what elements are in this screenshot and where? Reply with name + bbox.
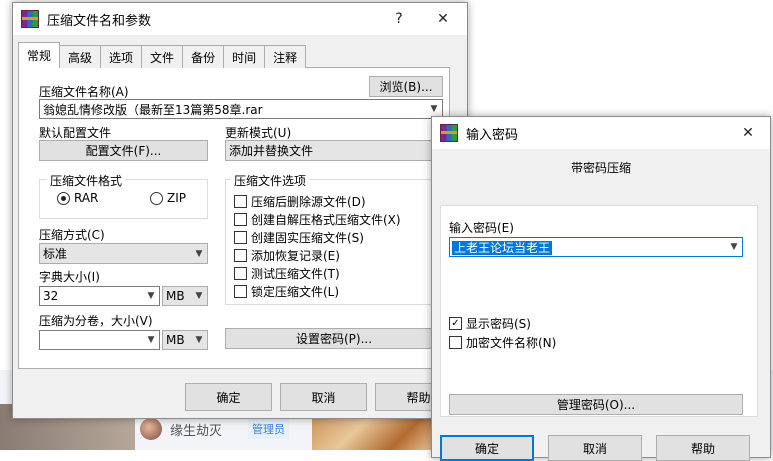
background-user-row: 缘生劫灭 管理员 (140, 418, 290, 440)
titlebar[interactable]: 压缩文件名和参数 ? ✕ (13, 3, 467, 35)
ok-button[interactable]: 确定 (185, 383, 272, 411)
update-mode-value: 添加并替换文件 (229, 144, 314, 158)
encrypt-filenames-checkbox[interactable]: 加密文件名称(N) (449, 334, 556, 351)
set-password-button[interactable]: 设置密码(P)... (225, 328, 443, 349)
checkbox-icon (234, 267, 247, 280)
method-label: 压缩方式(C) (39, 228, 105, 242)
split-unit-combo[interactable]: MB ▼ (162, 330, 208, 350)
archive-name-combo[interactable]: 翁媳乱情修改版（最新至13篇第58章.rar ▼ (39, 99, 443, 119)
dict-unit-combo[interactable]: MB ▼ (162, 286, 208, 306)
format-rar-label: RAR (74, 191, 99, 205)
option-label: 添加恢复记录(E) (251, 249, 340, 263)
password-input-value: 上老王论坛当老王 (450, 239, 726, 256)
option-recovery-record[interactable]: 添加恢复记录(E) (234, 247, 340, 264)
username[interactable]: 缘生劫灭 (170, 420, 222, 439)
split-unit-value: MB (166, 333, 185, 347)
password-ok-button[interactable]: 确定 (440, 435, 534, 461)
tab-comment[interactable]: 注释 (264, 45, 307, 68)
checkbox-icon (234, 195, 247, 208)
dialog-title: 压缩文件名和参数 (47, 13, 152, 29)
help-question-button[interactable]: ? (377, 3, 421, 35)
password-cancel-button[interactable]: 取消 (548, 435, 642, 461)
dict-size-value: 32 (43, 289, 59, 303)
password-input[interactable]: 上老王论坛当老王 ▼ (449, 237, 743, 257)
checkmark-icon: ✓ (449, 317, 462, 330)
tab-general[interactable]: 常规 (18, 42, 61, 68)
chevron-down-icon[interactable]: ▼ (143, 331, 159, 349)
avatar[interactable] (140, 418, 162, 440)
dict-unit-value: MB (166, 289, 185, 303)
admin-badge: 管理员 (248, 419, 290, 439)
option-label: 测试压缩文件(T) (251, 267, 340, 281)
show-password-checkbox[interactable]: ✓ 显示密码(S) (449, 315, 531, 332)
option-label: 锁定压缩文件(L) (251, 285, 340, 299)
browse-button[interactable]: 浏览(B)... (369, 76, 443, 97)
password-titlebar[interactable]: 输入密码 ✕ (432, 117, 770, 149)
archive-name-label: 压缩文件名称(A) (39, 85, 129, 99)
option-delete-after[interactable]: 压缩后删除源文件(D) (234, 193, 366, 210)
method-combo[interactable]: 标准 ▼ (39, 243, 208, 264)
format-zip-label: ZIP (167, 191, 186, 205)
method-value: 标准 (43, 247, 68, 261)
archive-params-dialog: 压缩文件名和参数 ? ✕ 常规 高级 选项 文件 备份 时间 注释 压缩文件名称… (12, 2, 468, 419)
password-input-label: 输入密码(E) (449, 221, 514, 235)
archive-name-value: 翁媳乱情修改版（最新至13篇第58章.rar (43, 102, 263, 117)
chevron-down-icon[interactable]: ▼ (143, 287, 159, 305)
manage-passwords-button[interactable]: 管理密码(O)... (449, 394, 743, 415)
format-zip-radio[interactable]: ZIP (150, 191, 186, 205)
close-button[interactable]: ✕ (421, 3, 465, 35)
checkbox-icon (234, 231, 247, 244)
checkbox-icon (234, 249, 247, 262)
cancel-button[interactable]: 取消 (280, 383, 367, 411)
show-password-label: 显示密码(S) (466, 317, 531, 331)
dict-size-label: 字典大小(I) (39, 270, 100, 284)
split-size-combo[interactable]: ▼ (39, 330, 160, 350)
option-label: 压缩后删除源文件(D) (251, 195, 366, 209)
option-lock[interactable]: 锁定压缩文件(L) (234, 283, 339, 300)
chevron-down-icon[interactable]: ▼ (191, 331, 207, 349)
winrar-icon (21, 10, 39, 28)
checkbox-icon (234, 213, 247, 226)
password-dialog-title: 输入密码 (466, 127, 519, 143)
profile-button[interactable]: 配置文件(F)... (39, 140, 208, 161)
chevron-down-icon[interactable]: ▼ (191, 287, 207, 305)
checkbox-icon (234, 285, 247, 298)
dict-size-combo[interactable]: 32 ▼ (39, 286, 160, 306)
update-mode-combo[interactable]: 添加并替换文件 (225, 140, 443, 161)
encrypt-filenames-label: 加密文件名称(N) (466, 336, 557, 350)
password-help-button[interactable]: 帮助 (656, 435, 750, 461)
option-label: 创建自解压格式压缩文件(X) (251, 213, 401, 227)
archive-options-label: 压缩文件选项 (231, 172, 310, 189)
option-solid[interactable]: 创建固实压缩文件(S) (234, 229, 364, 246)
password-selected-text: 上老王论坛当老王 (452, 240, 553, 255)
password-dialog: 输入密码 ✕ 带密码压缩 输入密码(E) 上老王论坛当老王 ▼ ✓ 显示密码(S… (431, 116, 771, 461)
tab-advanced[interactable]: 高级 (59, 45, 102, 68)
split-size-label: 压缩为分卷，大小(V) (39, 314, 153, 328)
default-profile-label: 默认配置文件 (39, 126, 112, 140)
tab-time[interactable]: 时间 (223, 45, 266, 68)
update-mode-label: 更新模式(U) (225, 126, 292, 140)
tab-backup[interactable]: 备份 (182, 45, 225, 68)
option-test[interactable]: 测试压缩文件(T) (234, 265, 340, 282)
chevron-down-icon[interactable]: ▼ (191, 244, 207, 263)
format-group-label: 压缩文件格式 (47, 172, 126, 189)
radio-selected-icon (57, 191, 70, 205)
close-button[interactable]: ✕ (726, 117, 770, 149)
tab-files[interactable]: 文件 (141, 45, 184, 68)
format-rar-radio[interactable]: RAR (57, 191, 98, 205)
option-label: 创建固实压缩文件(S) (251, 231, 364, 245)
tab-options[interactable]: 选项 (100, 45, 143, 68)
chevron-down-icon[interactable]: ▼ (726, 238, 742, 256)
checkbox-icon (449, 336, 462, 349)
password-heading: 带密码压缩 (570, 161, 631, 175)
option-sfx[interactable]: 创建自解压格式压缩文件(X) (234, 211, 401, 228)
winrar-icon (440, 124, 458, 142)
radio-unselected-icon (150, 191, 163, 205)
tab-strip: 常规 高级 选项 文件 备份 时间 注释 (18, 42, 307, 68)
